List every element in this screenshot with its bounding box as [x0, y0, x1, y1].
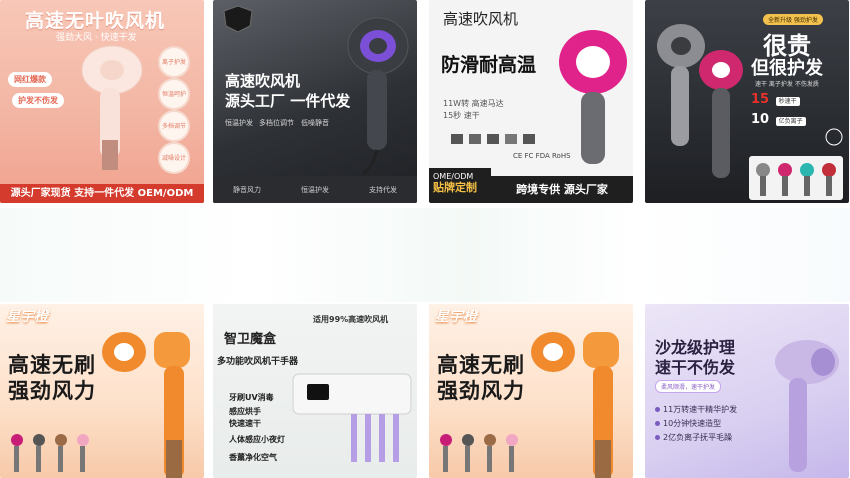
feature-text: 多档位调节: [259, 119, 294, 127]
brand-name: 星宇橙: [435, 309, 477, 325]
product-card-8[interactable]: 沙龙级护理 速干不伤发 柔风顺滑，速干护发 11万转速干精华护发 10分钟快速造…: [645, 304, 849, 478]
feature-bar: 静音风力 恒温护发 支持代发: [213, 176, 417, 203]
loading-placeholder-row: [0, 208, 850, 302]
product-subtitle: 防滑耐高温: [441, 54, 537, 76]
hair-dryer-image: [81, 45, 143, 170]
feature-text: 速干 离子护发 不伤发质: [755, 81, 819, 88]
feature-item: 快速速干: [229, 419, 261, 428]
product-title: 多功能吹风机干手器: [217, 357, 299, 367]
product-subtitle: 源头工厂 一件代发: [225, 92, 351, 110]
product-title: 高速吹风机: [225, 72, 301, 90]
oem-text: 贴牌定制: [433, 181, 477, 194]
shield-logo-icon: [223, 5, 253, 33]
stat-label: 亿负离子: [775, 117, 806, 126]
feature-item: 人体感应小夜灯: [229, 435, 285, 444]
color-variants: [440, 434, 518, 472]
product-tag: 柔风顺滑，速干护发: [655, 380, 722, 393]
badge: 全新升级 强劲护发: [763, 14, 823, 25]
feature-text: 支持代发: [369, 185, 397, 194]
product-title: 高速无叶吹风机: [25, 10, 166, 32]
stat-number: 10: [751, 112, 770, 127]
color-variants: [11, 434, 89, 472]
product-card-1[interactable]: 高速无叶吹风机 强劲大风 · 快速干发 网红爆款 护发不伤发 离子护发 恒温呵护…: [0, 0, 204, 203]
color-variants: [749, 156, 843, 200]
hair-dryer-image: [559, 30, 627, 164]
hair-dryer-image: [347, 17, 409, 176]
stat-label: 秒速干: [775, 97, 800, 106]
feature-circle: 离子护发: [160, 48, 188, 76]
feature-item: 牙刷UV消毒: [229, 393, 274, 402]
feature-circle: 恒温呵护: [160, 80, 188, 108]
hair-dryer-image: [531, 332, 619, 478]
feature-item: 10分钟快速造型: [655, 418, 721, 429]
stat-item: 10 亿负离子: [751, 112, 806, 127]
feature-circle: 多档调节: [160, 112, 188, 140]
feature-circle: 减噪设计: [160, 144, 188, 172]
feature-text: 静音风力: [233, 185, 261, 194]
product-subtitle: 强劲风力: [8, 379, 96, 403]
product-card-5[interactable]: 星宇橙 高速无刷 强劲风力: [0, 304, 204, 478]
device-image: [292, 373, 412, 462]
feature-text: 低噪静音: [301, 119, 329, 127]
feature-item: 2亿负离子抚平毛躁: [655, 432, 732, 443]
promo-bar: 跨境专供 源头厂家: [491, 176, 633, 203]
feature-item: 感应烘手: [229, 407, 261, 416]
shield-icon: [825, 128, 843, 146]
product-subtitle: 但很护发: [751, 58, 823, 79]
promo-pill: 护发不伤发: [12, 93, 64, 108]
product-card-3[interactable]: 高速吹风机 防滑耐高温 11W转 高速马达 15秒 速干 CE FC FDA R…: [429, 0, 633, 203]
spec-text: 15秒 速干: [443, 111, 480, 120]
hair-dryer-image: [102, 332, 190, 478]
product-tagline: 适用99%高速吹风机: [313, 315, 389, 324]
product-card-4[interactable]: 全新升级 强劲护发 很贵 但很护发 速干 离子护发 不伤发质 15 秒速干 10…: [645, 0, 849, 203]
stat-number: 15: [751, 92, 770, 107]
hair-dryer-image: [775, 340, 839, 472]
promo-bar: 源头厂家现货 支持一件代发 OEM/ODM: [0, 184, 204, 203]
product-subtitle: 强劲风力: [437, 379, 525, 403]
product-subtitle: 速干不伤发: [655, 358, 736, 377]
product-card-6[interactable]: 适用99%高速吹风机 智卫魔盒 多功能吹风机干手器 牙刷UV消毒 感应烘手 快速…: [213, 304, 417, 478]
product-card-2[interactable]: 高速吹风机 源头工厂 一件代发 恒温护发 多档位调节 低噪静音 静音风力 恒温护…: [213, 0, 417, 203]
stat-item: 15 秒速干: [751, 92, 800, 107]
product-card-7[interactable]: 星宇橙 高速无刷 强劲风力: [429, 304, 633, 478]
feature-text: 恒温护发: [301, 185, 329, 194]
feature-item: 香薰净化空气: [229, 453, 277, 462]
oem-badge: OME/ODM 贴牌定制: [429, 168, 491, 203]
hair-dryer-image: [657, 24, 743, 178]
product-title: 高速吹风机: [443, 10, 519, 28]
promo-pill: 网红爆款: [8, 72, 52, 87]
feature-item: 11万转速干精华护发: [655, 404, 737, 415]
feature-text: 恒温护发: [225, 119, 253, 127]
accessory-icons: [451, 134, 535, 144]
spec-text: 11W转 高速马达: [443, 99, 504, 108]
brand-name: 智卫魔盒: [224, 332, 277, 347]
brand-name: 星宇橙: [6, 309, 48, 325]
